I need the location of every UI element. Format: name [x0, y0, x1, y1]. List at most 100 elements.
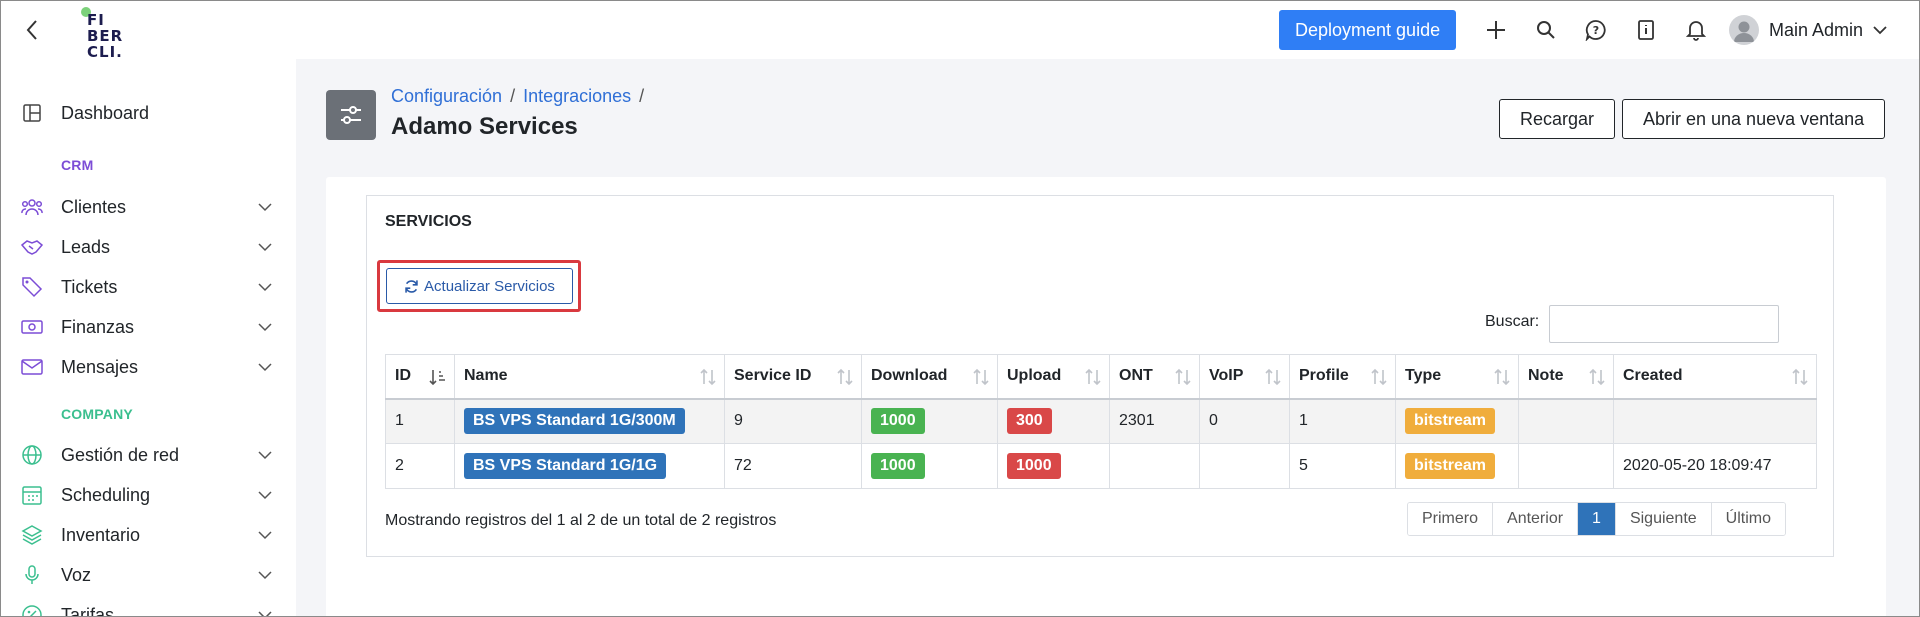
back-button[interactable]	[21, 17, 43, 43]
svg-text:?: ?	[1593, 24, 1599, 37]
content-card: SERVICIOS Actualizar Servicios Buscar: I…	[326, 177, 1886, 616]
sidebar-item-label: Scheduling	[61, 484, 151, 505]
col-upload[interactable]: Upload	[997, 354, 1110, 400]
cell-upload: 300	[997, 398, 1110, 444]
cell-name: BS VPS Standard 1G/1G	[454, 443, 725, 489]
cell-profile: 5	[1289, 443, 1396, 489]
sort-icon	[1085, 368, 1101, 386]
name-badge[interactable]: BS VPS Standard 1G/300M	[464, 408, 685, 435]
logo-text: FI BER CLI.	[87, 11, 124, 61]
cell-note	[1518, 443, 1614, 489]
pager-first[interactable]: Primero	[1408, 503, 1494, 535]
cell-profile: 1	[1289, 398, 1396, 444]
cell-service-id: 72	[724, 443, 862, 489]
cell-created: 2020-05-20 18:09:47	[1613, 443, 1817, 489]
sort-asc-icon	[429, 370, 445, 386]
pager-previous[interactable]: Anterior	[1493, 503, 1579, 535]
breadcrumb-configuracion[interactable]: Configuración	[391, 86, 502, 107]
help-button[interactable]: ?	[1583, 17, 1609, 43]
sidebar-item-voz[interactable]: Voz	[1, 557, 296, 593]
records-info: Mostrando registros del 1 al 2 de un tot…	[385, 512, 777, 529]
col-download[interactable]: Download	[861, 354, 998, 400]
sidebar-item-tarifas[interactable]: Tarifas	[1, 597, 296, 616]
col-ont[interactable]: ONT	[1109, 354, 1200, 400]
sort-icon	[1494, 368, 1510, 386]
sidebar-item-dashboard[interactable]: Dashboard	[1, 95, 296, 131]
sidebar-item-mensajes[interactable]: Mensajes	[1, 349, 296, 385]
breadcrumb-integraciones[interactable]: Integraciones	[523, 86, 631, 107]
cell-created	[1613, 398, 1817, 444]
search-input[interactable]	[1549, 305, 1779, 343]
sidebar-item-label: Leads	[61, 236, 111, 257]
pager-last[interactable]: Último	[1711, 503, 1786, 535]
user-avatar-icon	[1734, 21, 1754, 42]
sidebar-item-leads[interactable]: Leads	[1, 229, 296, 265]
sidebar-item-scheduling[interactable]: Scheduling	[1, 477, 296, 513]
deployment-guide-button[interactable]: Deployment guide	[1279, 10, 1457, 50]
sort-icon	[1265, 368, 1281, 386]
download-badge: 1000	[871, 408, 925, 435]
col-name[interactable]: Name	[454, 354, 725, 400]
sort-icon	[1175, 368, 1191, 386]
calendar-icon	[21, 484, 43, 506]
cell-type: bitstream	[1395, 443, 1519, 489]
chevron-down-icon	[256, 526, 274, 544]
sidebar-item-label: Inventario	[61, 524, 141, 545]
pager-next[interactable]: Siguiente	[1615, 503, 1712, 535]
panel-title: SERVICIOS	[385, 213, 472, 230]
sidebar-item-label: Voz	[61, 564, 92, 585]
col-profile[interactable]: Profile	[1289, 354, 1396, 400]
chevron-down-icon	[1873, 26, 1887, 35]
main-content: Configuración / Integraciones / Adamo Se…	[296, 59, 1919, 616]
sidebar-item-finanzas[interactable]: Finanzas	[1, 309, 296, 345]
mic-icon	[21, 564, 43, 586]
reload-button[interactable]: Recargar	[1499, 99, 1616, 139]
col-created[interactable]: Created	[1613, 354, 1817, 400]
upload-badge: 1000	[1007, 453, 1061, 479]
open-new-window-button[interactable]: Abrir en una nueva ventana	[1622, 99, 1886, 139]
users-icon	[21, 196, 43, 218]
breadcrumb-separator: /	[639, 86, 645, 106]
sort-icon	[837, 368, 853, 386]
cell-id: 1	[385, 398, 455, 444]
section-crm: CRM	[61, 157, 94, 173]
fibercli-logo[interactable]: FI BER CLI.	[81, 7, 129, 60]
chevron-down-icon	[256, 198, 274, 216]
col-id[interactable]: ID	[385, 354, 455, 400]
table-header-row: ID Name Service ID Download Upload ONT V…	[385, 354, 1817, 400]
bell-icon	[1686, 21, 1706, 41]
user-menu[interactable]: Main Admin	[1729, 13, 1887, 47]
chevron-down-icon	[256, 486, 274, 504]
cell-id: 2	[385, 443, 455, 489]
search-button[interactable]	[1533, 17, 1559, 43]
app-window: FI BER CLI. Deployment guide ? Main Admi…	[0, 0, 1920, 617]
info-button[interactable]	[1633, 17, 1659, 43]
sort-icon	[973, 368, 989, 386]
sidebar: Dashboard CRM Clientes Leads Tickets Fin…	[1, 59, 296, 616]
mail-icon	[21, 356, 43, 378]
add-button[interactable]	[1483, 17, 1509, 43]
col-voip[interactable]: VoIP	[1199, 354, 1290, 400]
handshake-icon	[21, 236, 43, 258]
notifications-button[interactable]	[1683, 17, 1709, 43]
top-bar: FI BER CLI. Deployment guide ? Main Admi…	[1, 1, 1919, 60]
sidebar-item-tickets[interactable]: Tickets	[1, 269, 296, 305]
table-row[interactable]: 1 BS VPS Standard 1G/300M 9 1000 300 230…	[385, 398, 1817, 444]
sidebar-item-gestion-de-red[interactable]: Gestión de red	[1, 437, 296, 473]
col-note[interactable]: Note	[1518, 354, 1614, 400]
update-services-button[interactable]: Actualizar Servicios	[386, 268, 573, 304]
table-row[interactable]: 2 BS VPS Standard 1G/1G 72 1000 1000 5 b…	[385, 443, 1817, 489]
chevron-left-icon	[26, 20, 37, 40]
sidebar-item-clientes[interactable]: Clientes	[1, 189, 296, 225]
col-service-id[interactable]: Service ID	[724, 354, 862, 400]
col-type[interactable]: Type	[1395, 354, 1519, 400]
services-panel: SERVICIOS Actualizar Servicios Buscar: I…	[366, 195, 1834, 557]
chevron-down-icon	[256, 358, 274, 376]
plus-icon	[1487, 21, 1505, 39]
download-badge: 1000	[871, 453, 925, 479]
sidebar-item-inventario[interactable]: Inventario	[1, 517, 296, 553]
name-badge[interactable]: BS VPS Standard 1G/1G	[464, 453, 667, 479]
sort-icon	[1371, 368, 1387, 386]
pager-page-1[interactable]: 1	[1578, 503, 1616, 535]
cell-voip: 0	[1199, 398, 1290, 444]
